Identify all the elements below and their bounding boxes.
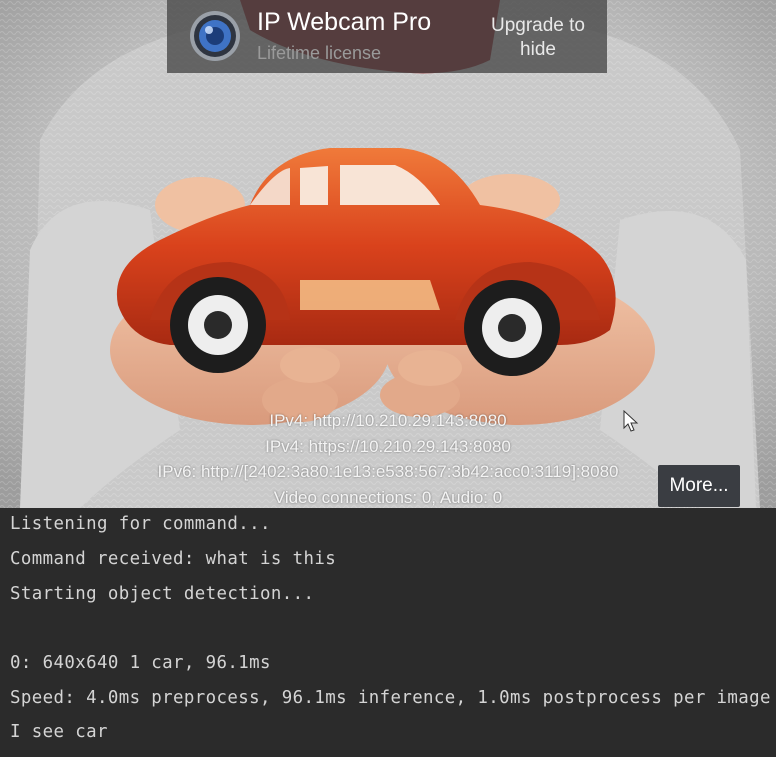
console-line: 0: 640x640 1 car, 96.1ms bbox=[10, 653, 271, 673]
app-title: IP Webcam Pro bbox=[257, 8, 432, 36]
console-line: Speed: 4.0ms preprocess, 96.1ms inferenc… bbox=[10, 688, 771, 708]
more-button[interactable]: More... bbox=[658, 465, 740, 507]
upgrade-to-hide-button[interactable]: Upgrade to hide bbox=[483, 14, 593, 62]
console-line: Starting object detection... bbox=[10, 584, 315, 604]
ipv4-https-address: IPv4: https://10.210.29.143:8080 bbox=[265, 436, 511, 456]
console-line: Listening for command... bbox=[10, 514, 271, 534]
license-subtitle: Lifetime license bbox=[257, 43, 382, 63]
camera-lens-icon bbox=[190, 11, 240, 61]
console-line: Command received: what is this bbox=[10, 549, 337, 569]
console-output: Listening for command... Command receive… bbox=[0, 508, 776, 757]
camera-preview: IP Webcam Pro Lifetime license Upgrade t… bbox=[0, 0, 776, 508]
console-line: I see car bbox=[10, 722, 108, 742]
ipv4-http-address: IPv4: http://10.210.29.143:8080 bbox=[269, 411, 507, 430]
upgrade-banner: IP Webcam Pro Lifetime license Upgrade t… bbox=[167, 0, 607, 73]
